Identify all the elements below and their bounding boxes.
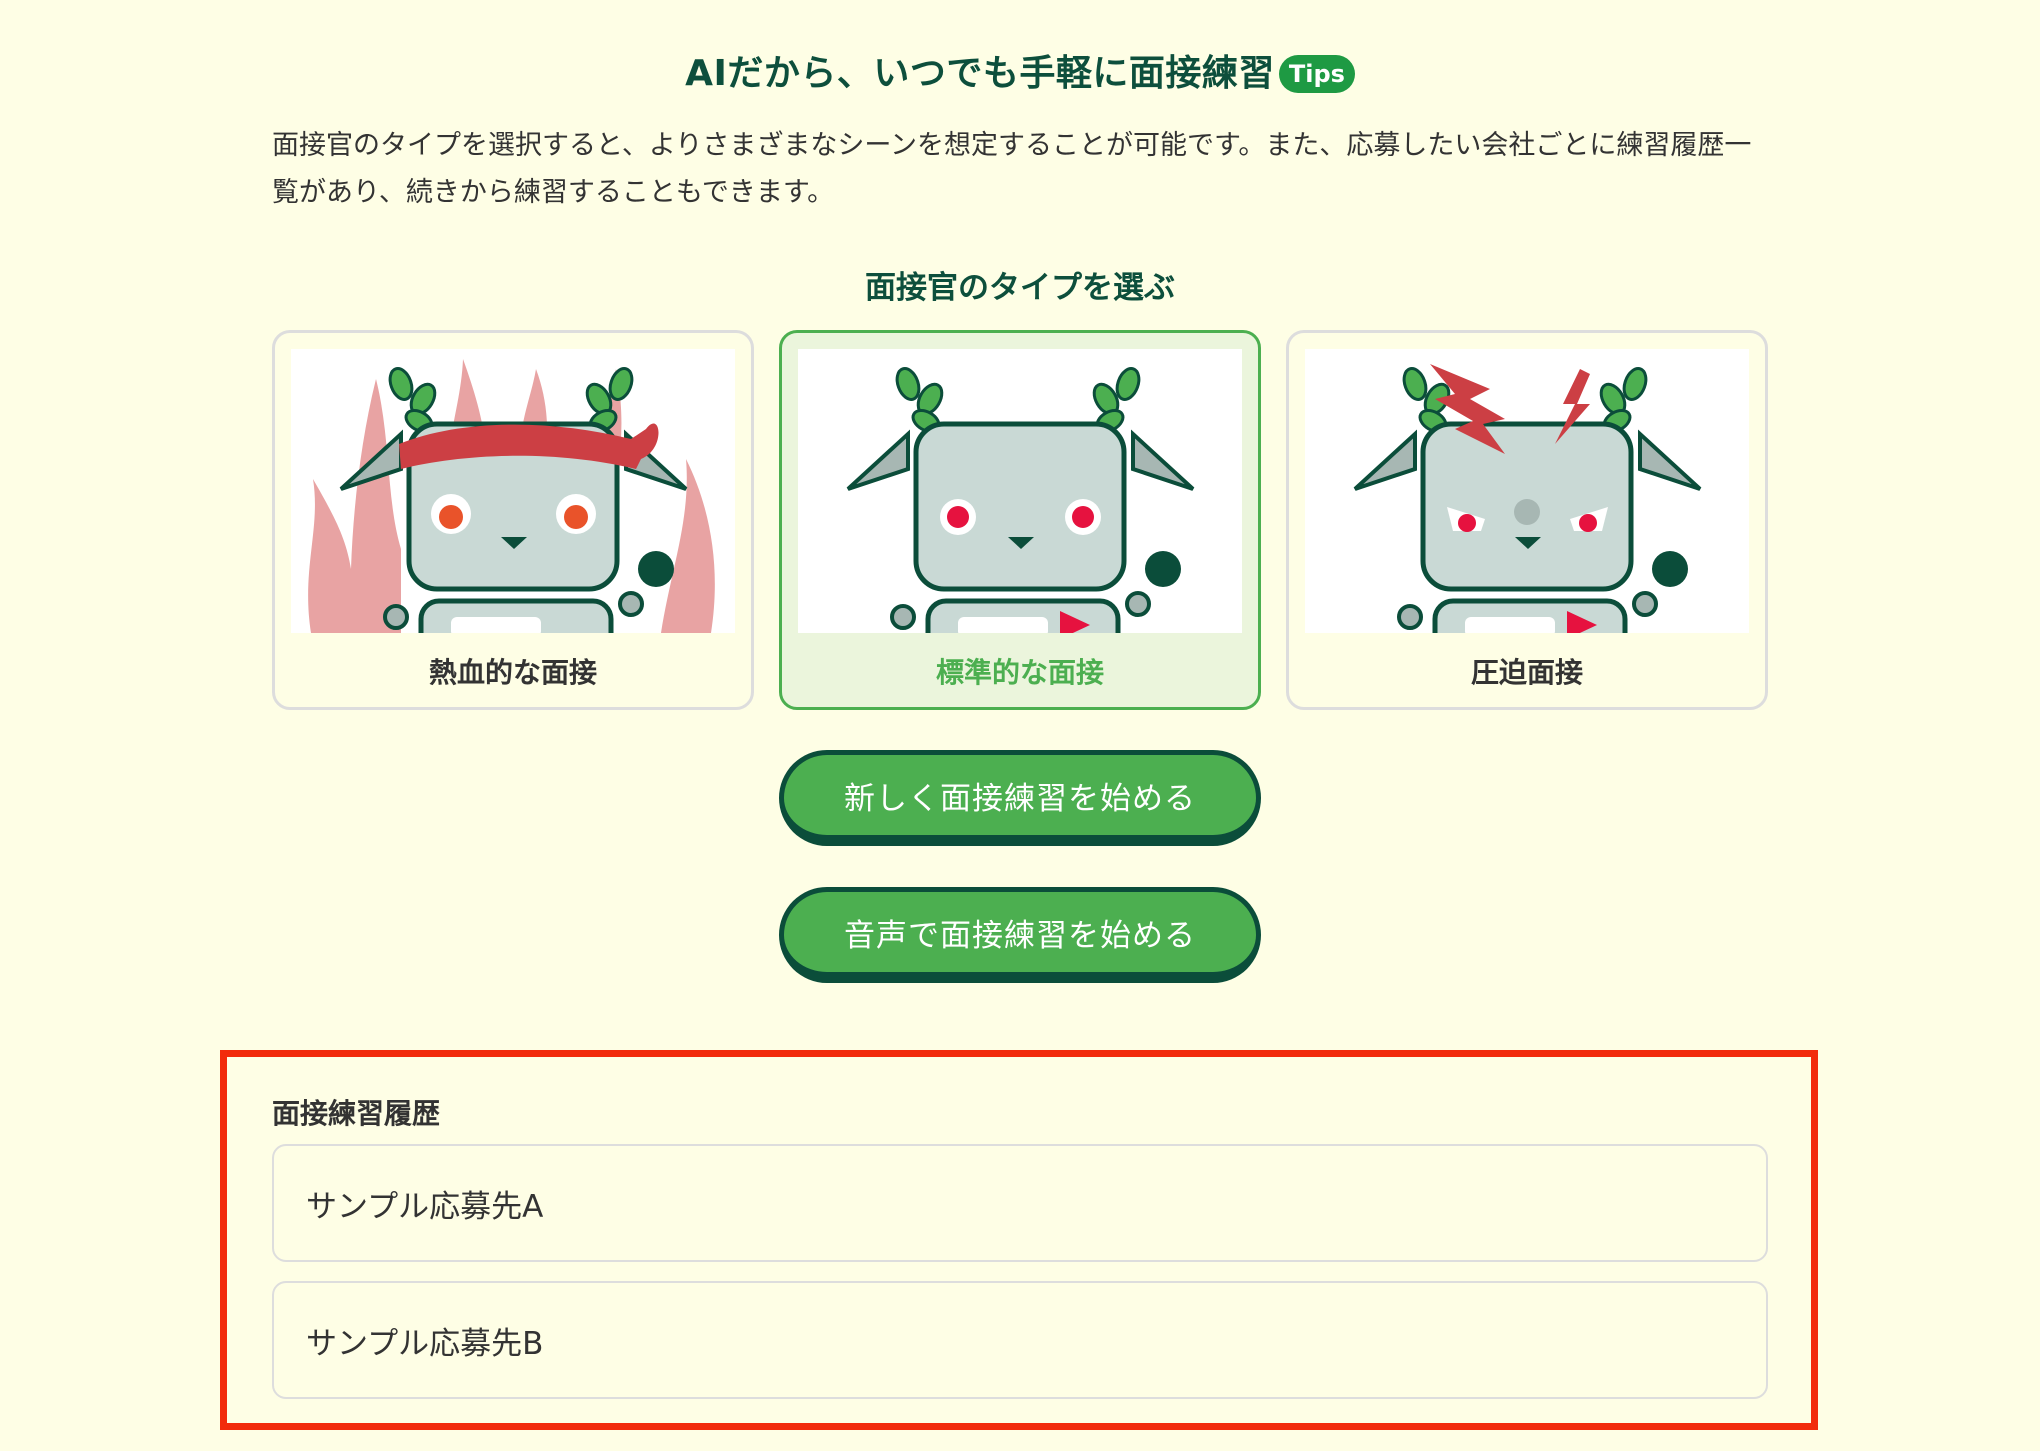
interviewer-option-standard[interactable]: 標準的な面接 xyxy=(779,330,1261,710)
interviewer-type-heading: 面接官のタイプを選ぶ xyxy=(865,270,1175,306)
intro-text: 面接官のタイプを選択すると、よりさまざまなシーンを想定することが可能です。また、… xyxy=(272,130,1752,208)
interviewer-option-label: 熱血的な面接 xyxy=(428,656,597,689)
title-row: AIだから、いつでも手軽に面接練習 Tips xyxy=(0,44,2040,96)
passionate-robot-icon xyxy=(291,349,735,633)
start-new-practice-button[interactable]: 新しく面接練習を始める xyxy=(779,750,1261,846)
interview-practice-page: AIだから、いつでも手軽に面接練習 Tips 面接官のタイプを選択すると、よりさ… xyxy=(0,0,2040,1451)
interviewer-type-selector: 熱血的な面接 標準的な面接 圧迫面接 xyxy=(272,330,1768,710)
pressure-robot-icon xyxy=(1305,349,1749,633)
history-item[interactable]: サンプル応募先B xyxy=(272,1281,1768,1399)
page-title: AIだから、いつでも手軽に面接練習 xyxy=(685,53,1275,94)
history-heading: 面接練習履歴 xyxy=(272,1097,441,1130)
standard-robot-icon xyxy=(798,349,1242,633)
interviewer-option-label: 圧迫面接 xyxy=(1470,656,1583,689)
tips-badge[interactable]: Tips xyxy=(1278,55,1355,93)
history-item[interactable]: サンプル応募先A xyxy=(272,1144,1768,1262)
interviewer-option-passionate[interactable]: 熱血的な面接 xyxy=(272,330,754,710)
interviewer-option-pressure[interactable]: 圧迫面接 xyxy=(1286,330,1768,710)
interviewer-option-label: 標準的な面接 xyxy=(935,656,1104,689)
start-voice-practice-button[interactable]: 音声で面接練習を始める xyxy=(779,887,1261,983)
